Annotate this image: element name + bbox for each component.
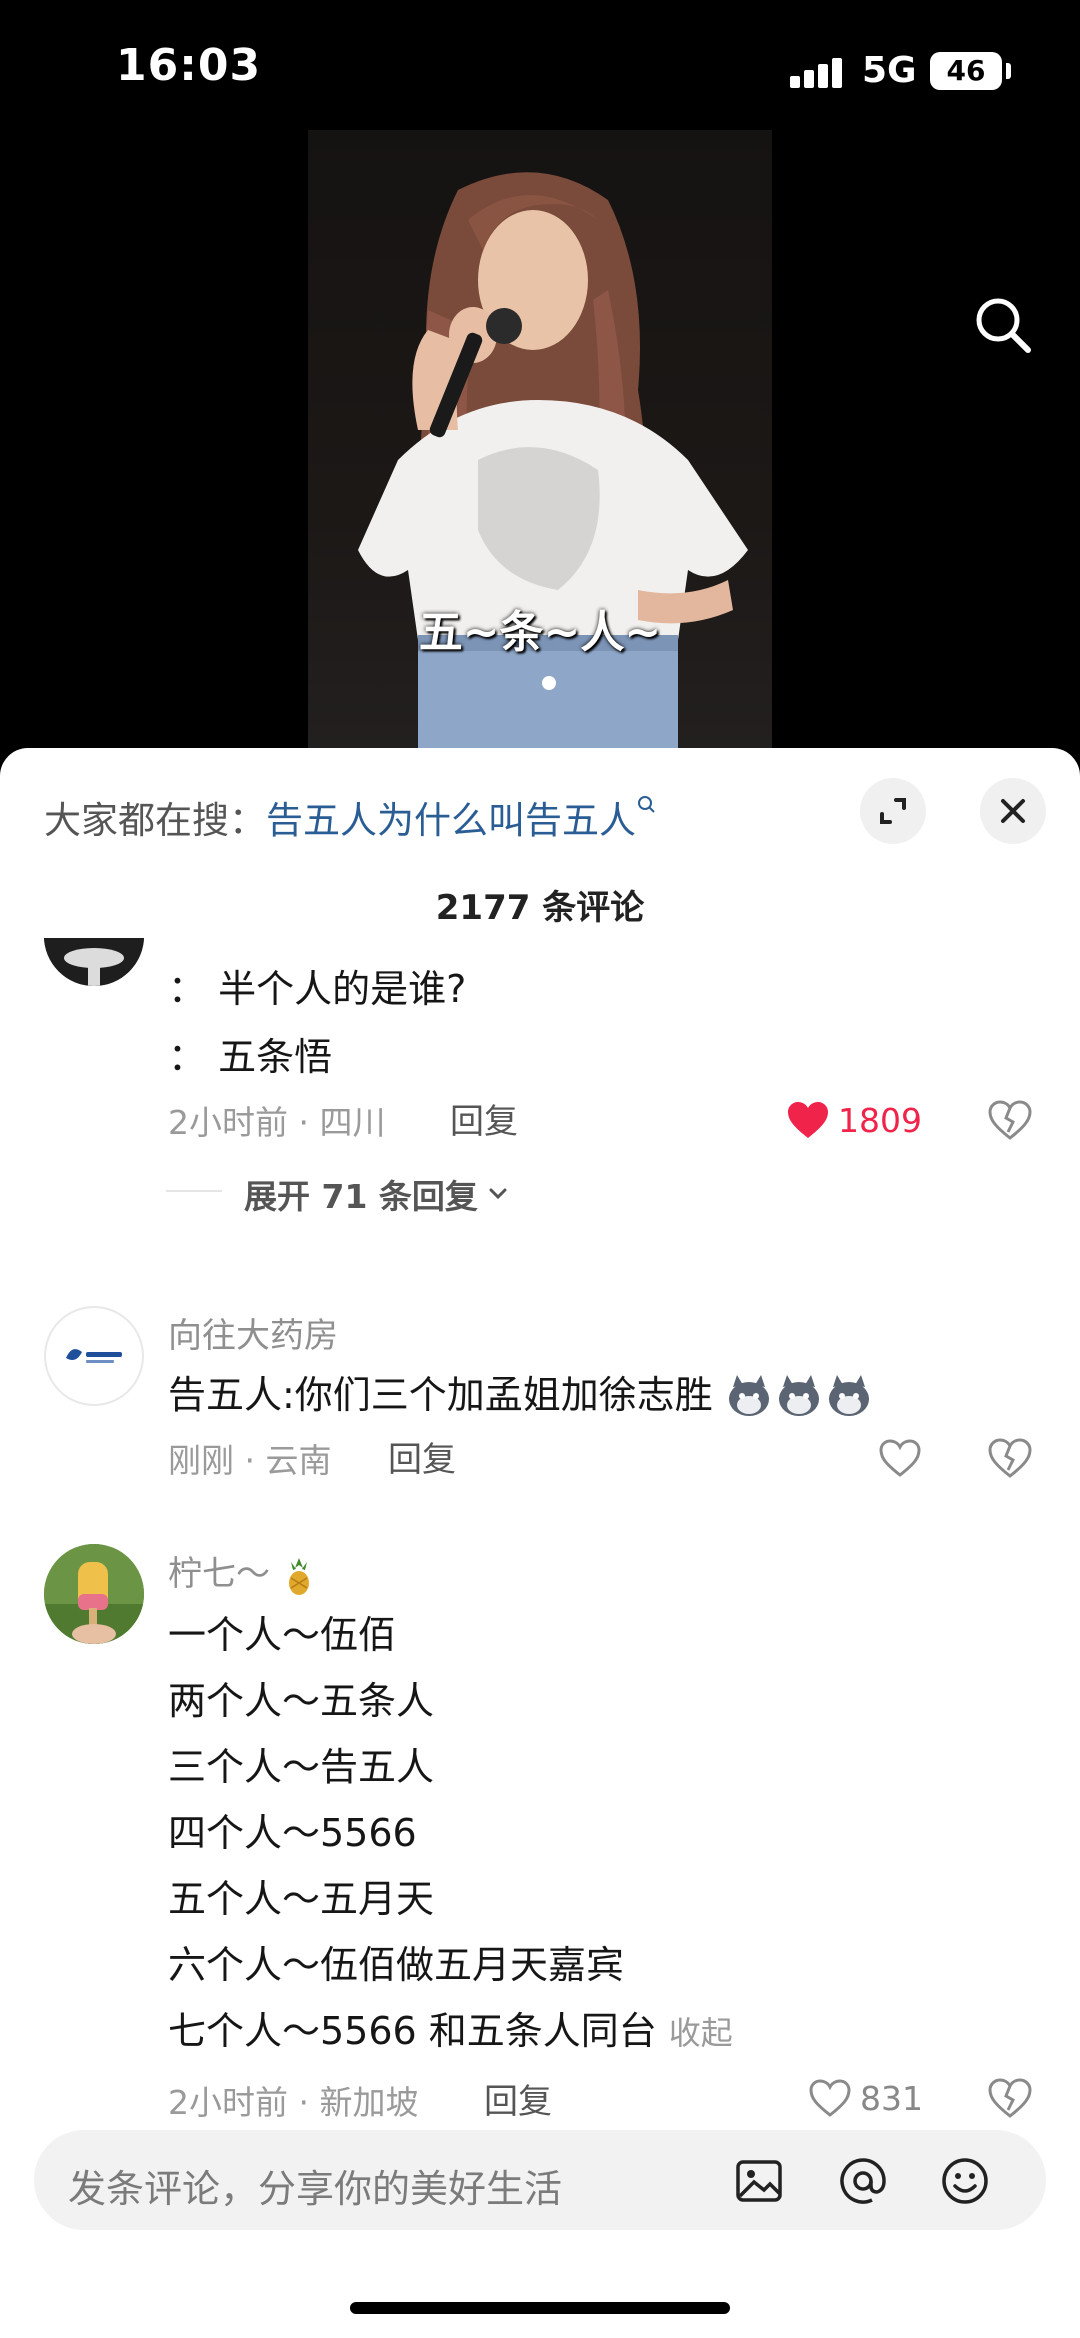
avatar[interactable] [44,938,144,986]
signal-icon [790,56,846,88]
comment-text: 告五人:你们三个加孟姐加徐志胜 [168,1364,875,1423]
comment-sheet: 大家都在搜：告五人为什么叫告五人 2177 条评论 ： 半个人的是谁? ： 五条… [0,748,1080,2338]
hot-search-banner: 大家都在搜：告五人为什么叫告五人 [44,790,658,844]
status-time: 16:03 [116,40,262,91]
mention-icon[interactable] [838,2156,888,2206]
video-caption: 五~条~人~ [418,607,662,658]
like-button[interactable] [878,1434,922,1482]
comment-input[interactable]: 发条评论，分享你的美好生活 [34,2130,1046,2230]
dislike-button[interactable] [988,2076,1032,2120]
comment-username[interactable]: 向往大药房 [168,1308,338,1357]
avatar[interactable] [44,1306,144,1406]
comment-username[interactable]: 柠七～ [168,1546,317,1596]
expand-sheet-button[interactable] [860,778,926,844]
comment-text-line: 四个人～5566 [168,1811,417,1855]
status-bar: 16:03 5G 46 [0,0,1080,140]
comment-username-text: 柠七～ [168,1554,270,1594]
comment-count: 2177 条评论 [435,888,645,928]
like-count: 1809 [838,1100,922,1140]
search-icon[interactable] [968,290,1040,362]
chevron-down-icon [489,1188,507,1200]
reply-button[interactable]: 回复 [450,1094,518,1143]
network-label: 5G [862,50,917,91]
video-frame[interactable]: 五~条~人~ [308,130,772,770]
comment-text-line: 一个人～伍佰 [168,1613,397,1657]
hot-search-link[interactable]: 告五人为什么叫告五人 [266,799,636,842]
like-button[interactable]: 831 [808,2074,923,2122]
dislike-button[interactable] [988,1098,1032,1142]
close-sheet-button[interactable] [980,778,1046,844]
search-small-icon [638,796,655,813]
comment-meta: 刚刚 · 云南 [168,1441,332,1480]
heart-filled-icon [788,1102,828,1138]
expand-replies-button[interactable]: 展开 71 条回复 [244,1170,510,1218]
dislike-button[interactable] [988,1436,1032,1480]
husky-emoji-icon [728,1374,869,1416]
comment-text-line: 七个人～5566 和五条人同台 收起 [168,2000,733,2055]
reply-button[interactable]: 回复 [388,1432,456,1481]
comment-text-line: 五个人～五月天 [168,1877,435,1921]
expand-replies-label: 展开 71 条回复 [244,1177,478,1216]
like-count: 831 [860,2078,923,2118]
hot-search-prefix: 大家都在搜： [44,799,266,842]
video-player[interactable]: 五~条~人~ [0,130,1080,770]
collapse-link[interactable]: 收起 [669,2014,733,2052]
comment-text-line: 两个人～五条人 [168,1679,435,1723]
like-button[interactable]: 1809 [786,1096,922,1144]
comment-text-last: 七个人～5566 和五条人同台 [168,2009,657,2053]
close-icon [1001,799,1025,823]
comment-list[interactable]: ： 半个人的是谁? ： 五条悟 2小时前 · 四川 回复 1809 展开 71 … [0,938,1080,2200]
heart-outline-icon [879,1439,921,1477]
image-icon[interactable] [734,2156,784,2206]
broken-heart-icon [988,1438,1032,1478]
emoji-icon[interactable] [940,2156,990,2206]
singer-illustration [358,172,748,770]
comment-input-placeholder: 发条评论，分享你的美好生活 [68,2167,563,2211]
comment-meta: 2小时前 · 四川 [168,1103,386,1142]
avatar[interactable] [44,1544,144,1644]
comment-text-line: ： 五条悟 [168,1035,333,1079]
comment-meta: 2小时前 · 新加坡 [168,2083,419,2122]
reply-button[interactable]: 回复 [484,2074,552,2123]
expand-icon [880,798,906,824]
pineapple-emoji-icon [288,1557,309,1595]
comment-text-line: 三个人～告五人 [168,1745,435,1789]
video-progress-dot [542,676,556,690]
battery-icon: 46 [930,52,1002,90]
heart-outline-icon [809,2079,851,2117]
broken-heart-icon [988,1100,1032,1140]
battery-tip [1006,63,1011,79]
broken-heart-icon [988,2078,1032,2118]
popsicle-photo [44,1544,144,1644]
comment-text-line: ： 半个人的是谁? [168,967,467,1011]
comment-text-body: 告五人:你们三个加孟姐加徐志胜 [168,1373,713,1417]
home-indicator[interactable] [350,2302,730,2314]
comment-text-line: 六个人～伍佰做五月天嘉宾 [168,1943,625,1987]
pharmacy-logo [48,1310,140,1402]
divider [166,1190,222,1192]
